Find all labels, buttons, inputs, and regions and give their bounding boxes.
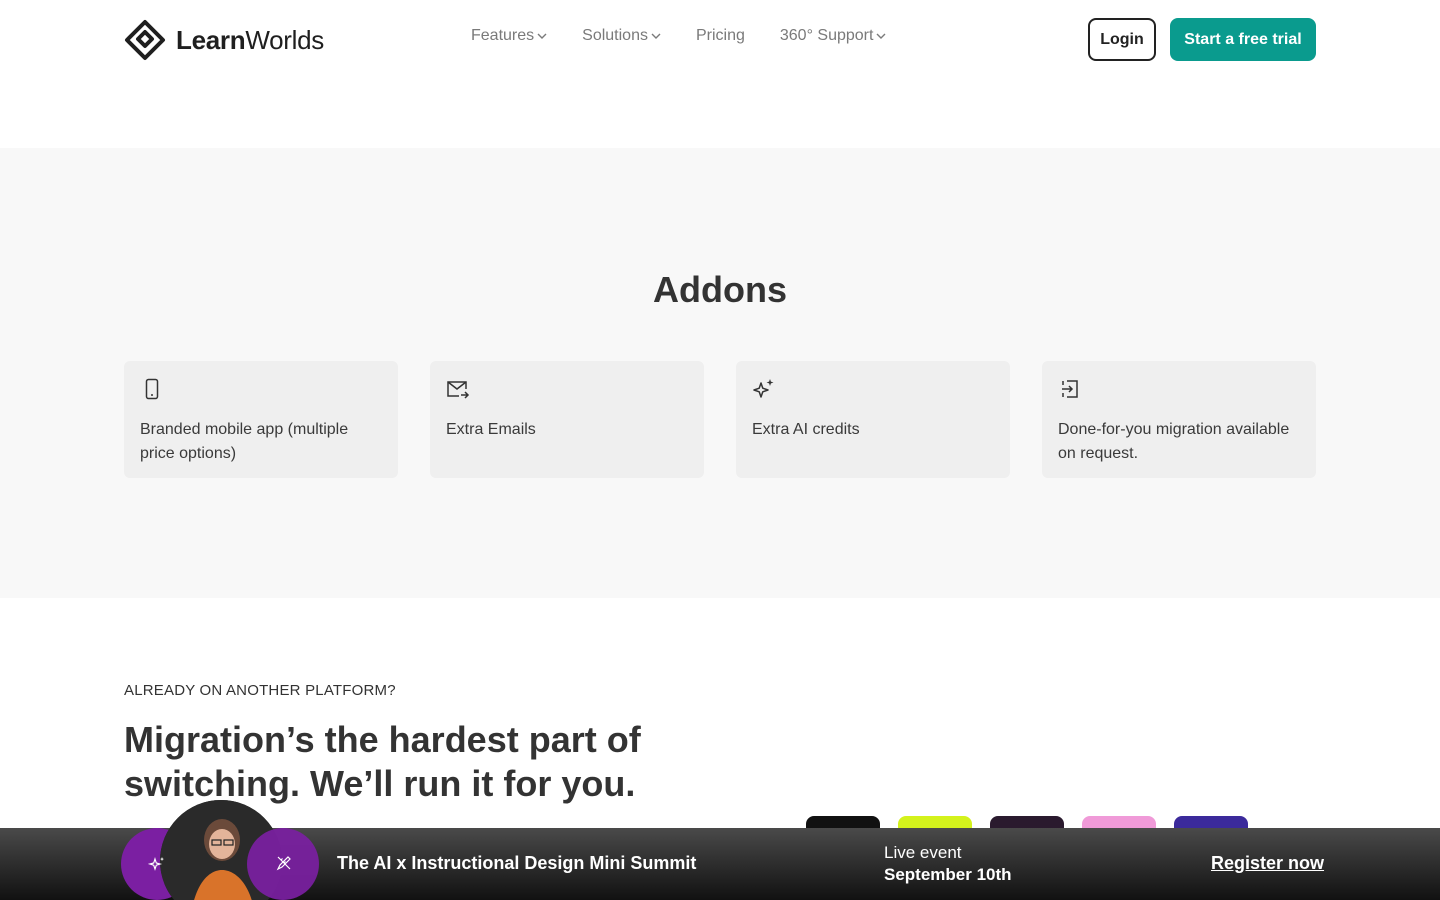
live-label: Live event [884,843,962,862]
mail-forward-icon [447,381,470,399]
register-now-link[interactable]: Register now [1211,853,1324,874]
chevron-down-icon [537,33,547,39]
addon-card-text: Branded mobile app (multiple price optio… [140,421,349,462]
addon-card-extra-emails: Extra Emails [430,361,704,478]
addon-card-mobile-app: Branded mobile app (multiple price optio… [124,361,398,478]
addon-card-migration: Done-for-you migration available on requ… [1042,361,1316,478]
event-date: September 10th [884,865,1012,884]
main-nav: Features Solutions Pricing 360° Support [471,27,886,45]
nav-support-label: 360° Support [779,27,874,44]
migration-eyebrow: ALREADY ON ANOTHER PLATFORM? [124,682,396,699]
nav-pricing-label: Pricing [695,27,745,44]
addons-cards: Branded mobile app (multiple price optio… [124,361,1316,478]
logo-text: LearnWorlds [176,24,324,55]
addon-card-text: Extra Emails [446,421,536,438]
mobile-phone-icon [145,378,159,400]
event-live-info: Live event September 10th [884,842,1012,886]
nav-pricing[interactable]: Pricing [696,27,745,45]
addons-title: Addons [653,269,787,310]
migration-title: Migration’s the hardest part of switchin… [124,719,641,804]
chevron-down-icon [876,33,886,39]
sparkles-icon [753,379,774,398]
nav-features-label: Features [471,27,535,44]
learnworlds-logo-icon [125,20,165,60]
sparkles-icon [148,857,164,871]
site-header: LearnWorlds Features Solutions Pricing 3… [0,0,1440,148]
nav-features[interactable]: Features [471,27,547,45]
addon-card-text: Extra AI credits [752,421,860,438]
addon-card-ai-credits: Extra AI credits [736,361,1010,478]
start-free-trial-button[interactable]: Start a free trial [1170,18,1316,61]
chevron-down-icon [651,33,661,39]
event-title: The AI x Instructional Design Mini Summi… [337,853,697,873]
nav-support[interactable]: 360° Support [780,27,887,45]
nav-solutions[interactable]: Solutions [582,27,661,45]
logo[interactable]: LearnWorlds [124,19,324,61]
addon-card-text: Done-for-you migration available on requ… [1058,421,1290,462]
login-button[interactable]: Login [1088,18,1156,61]
sign-in-icon [1062,380,1078,398]
pencil-ruler-icon [276,856,291,871]
event-banner[interactable]: The AI x Instructional Design Mini Summi… [0,800,1440,900]
nav-solutions-label: Solutions [582,27,648,44]
addons-section: Addons Branded mobile app (multiple pric… [0,148,1440,598]
